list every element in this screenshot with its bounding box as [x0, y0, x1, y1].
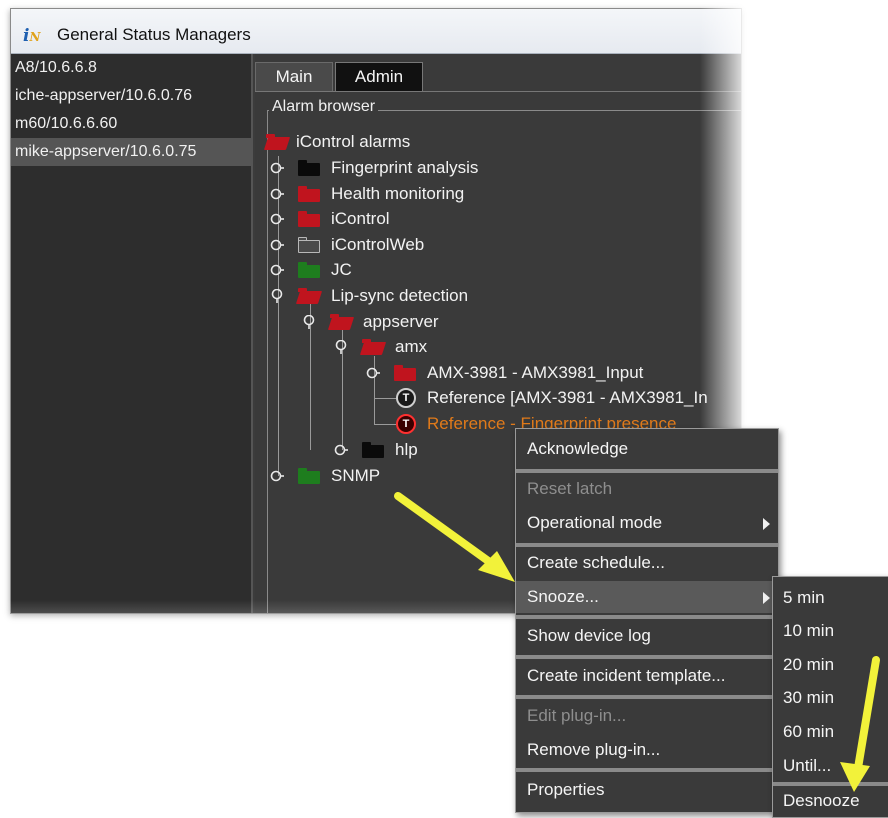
context-menu: Acknowledge Reset latch Operational mode…	[515, 428, 779, 813]
menu-item-label: Snooze...	[527, 587, 599, 606]
tree-node-label: hlp	[395, 440, 418, 459]
tree-connector	[374, 398, 396, 399]
tree-node-label: iControl alarms	[296, 132, 411, 151]
red-folder-icon	[394, 365, 416, 381]
collapse-handle-icon[interactable]	[270, 289, 284, 303]
tree-node-label: Lip-sync detection	[331, 286, 469, 305]
menu-item-reset-latch: Reset latch	[527, 479, 613, 498]
snooze-item-30-min[interactable]: 30 min	[773, 682, 888, 714]
snooze-item-5-min[interactable]: 5 min	[773, 582, 888, 614]
tree-connector	[278, 156, 279, 476]
tree-node-label: iControlWeb	[331, 235, 425, 254]
green-folder-icon	[298, 262, 320, 278]
submenu-arrow-icon	[763, 592, 770, 604]
menu-item-label: Operational mode	[527, 513, 663, 532]
menu-separator	[516, 768, 778, 772]
expand-handle-icon[interactable]	[270, 212, 284, 226]
tree-node-label: amx	[395, 337, 428, 356]
expand-handle-icon[interactable]	[334, 443, 348, 457]
menu-separator	[516, 615, 778, 619]
expand-handle-icon[interactable]	[270, 469, 284, 483]
menu-item-snooze[interactable]: Snooze...	[516, 581, 778, 613]
snooze-item-10-min[interactable]: 10 min	[773, 615, 888, 647]
t-alarm-icon: T	[396, 414, 416, 434]
tree-node-label: Health monitoring	[331, 184, 465, 203]
menu-item-create-schedule[interactable]: Create schedule...	[516, 547, 778, 579]
gray-folder-icon	[298, 237, 320, 253]
tree-connector	[374, 424, 396, 425]
menu-separator	[516, 655, 778, 659]
tree-node-label: Reference [AMX-3981 - AMX3981_In	[427, 388, 708, 407]
tree-node-label: AMX-3981 - AMX3981_Input	[427, 363, 644, 382]
tree-node-label: appserver	[363, 312, 439, 331]
collapse-handle-icon[interactable]	[302, 315, 316, 329]
snooze-submenu: 5 min 10 min 20 min 30 min 60 min Until.…	[772, 576, 888, 818]
menu-separator	[516, 695, 778, 699]
red-folder-open-icon	[359, 339, 387, 355]
submenu-arrow-icon	[763, 518, 770, 530]
menu-item-remove-plugin[interactable]: Remove plug-in...	[516, 734, 778, 766]
red-folder-open-icon	[327, 314, 355, 330]
tree-node-label: JC	[331, 260, 352, 279]
red-folder-open-icon	[295, 288, 323, 304]
t-alarm-icon: T	[396, 388, 416, 408]
menu-item-properties[interactable]: Properties	[516, 774, 778, 806]
red-folder-open-icon	[263, 134, 291, 150]
expand-handle-icon[interactable]	[270, 161, 284, 175]
menu-item-create-incident-template[interactable]: Create incident template...	[516, 660, 778, 692]
snooze-item-desnooze[interactable]: Desnooze	[773, 785, 888, 817]
snooze-item-60-min[interactable]: 60 min	[773, 716, 888, 748]
menu-item-show-device-log[interactable]: Show device log	[516, 620, 778, 652]
tree-node-label: iControl	[331, 209, 390, 228]
black-folder-icon	[362, 442, 384, 458]
black-folder-icon	[298, 160, 320, 176]
snooze-item-until[interactable]: Until...	[773, 750, 888, 782]
expand-handle-icon[interactable]	[366, 366, 380, 380]
menu-item-acknowledge[interactable]: Acknowledge	[516, 433, 778, 465]
menu-item-edit-plugin: Edit plug-in...	[527, 706, 627, 725]
red-folder-icon	[298, 211, 320, 227]
snooze-item-20-min[interactable]: 20 min	[773, 649, 888, 681]
collapse-handle-icon[interactable]	[334, 340, 348, 354]
green-folder-icon	[298, 468, 320, 484]
menu-item-operational-mode[interactable]: Operational mode	[516, 507, 778, 539]
expand-handle-icon[interactable]	[270, 187, 284, 201]
tree-node-label: Fingerprint analysis	[331, 158, 479, 177]
tree-node-label: SNMP	[331, 466, 381, 485]
red-folder-icon	[298, 186, 320, 202]
expand-handle-icon[interactable]	[270, 238, 284, 252]
expand-handle-icon[interactable]	[270, 263, 284, 277]
